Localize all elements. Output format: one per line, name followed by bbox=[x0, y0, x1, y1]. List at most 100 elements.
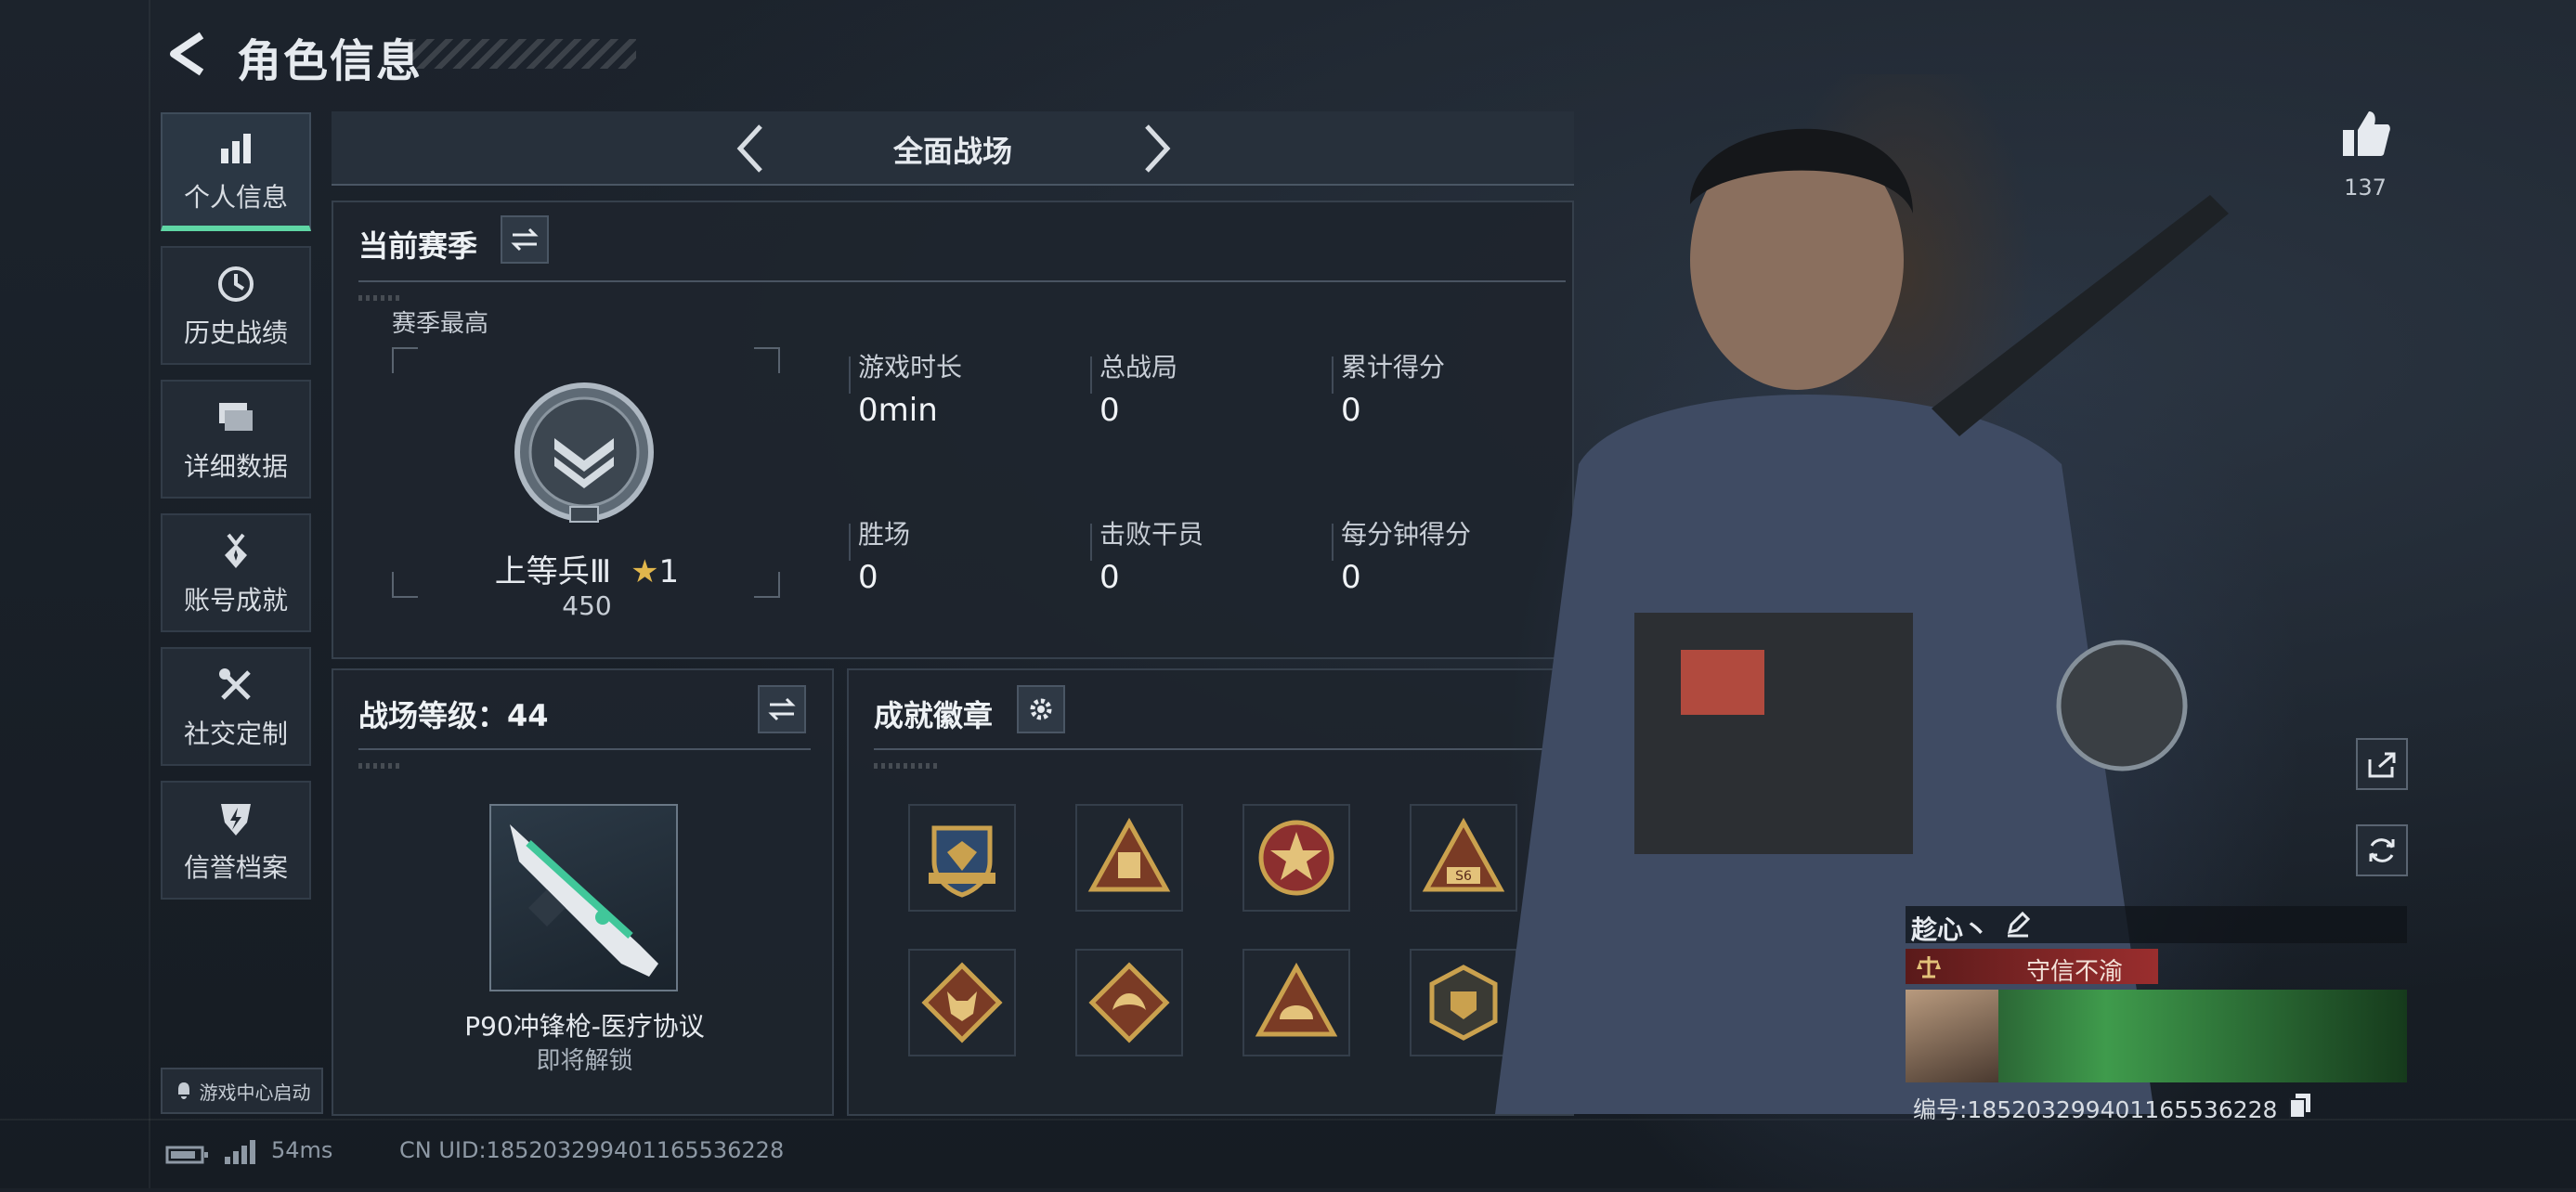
mode-selector: 全面战场 bbox=[332, 111, 1574, 186]
copy-icon bbox=[2289, 1094, 2310, 1119]
player-banner[interactable] bbox=[1906, 990, 2407, 1082]
stat-value: 0 bbox=[1341, 392, 1361, 429]
bar-chart-icon bbox=[213, 125, 259, 172]
share-icon bbox=[2368, 752, 2396, 778]
level-switch-button[interactable] bbox=[758, 685, 806, 733]
nav-label: 账号成就 bbox=[183, 585, 288, 615]
nav-item-achievements[interactable]: 账号成就 bbox=[161, 513, 311, 632]
grid-line bbox=[149, 0, 150, 1188]
ping-text: 54ms bbox=[271, 1137, 333, 1163]
nav-item-personal-info[interactable]: 个人信息 bbox=[161, 112, 311, 231]
scales-icon bbox=[1915, 952, 1943, 984]
nav-item-detailed-data[interactable]: 详细数据 bbox=[161, 380, 311, 499]
season-best-label: 赛季最高 bbox=[392, 310, 489, 338]
game-center-label: 游戏中心启动 bbox=[199, 1081, 311, 1104]
season-switch-button[interactable] bbox=[501, 215, 549, 264]
rank-name: 上等兵Ⅲ bbox=[494, 553, 612, 590]
decoration-dots bbox=[358, 295, 403, 301]
stat-separator bbox=[849, 356, 851, 394]
decoration-dots bbox=[358, 763, 403, 769]
rank-score: 450 bbox=[562, 590, 612, 621]
stat-label: 胜场 bbox=[858, 519, 911, 550]
badge-settings-button[interactable] bbox=[1017, 685, 1065, 733]
rank-stars: 1 bbox=[658, 553, 680, 590]
divider bbox=[358, 280, 1566, 282]
refresh-icon bbox=[2369, 838, 2395, 862]
badges-title: 成就徽章 bbox=[874, 698, 994, 733]
rank-line: 上等兵Ⅲ ★1 bbox=[333, 546, 840, 591]
nav-label: 社交定制 bbox=[183, 719, 288, 749]
title-tag: 守信不渝 bbox=[1906, 949, 2158, 986]
divider bbox=[358, 748, 811, 750]
uid-text: CN UID:18520329940116553622​8 bbox=[399, 1137, 785, 1163]
mode-title: 全面战场 bbox=[892, 134, 1012, 169]
title-decoration bbox=[409, 39, 636, 69]
stat-value: 0min bbox=[858, 392, 938, 429]
stat-value: 0 bbox=[1341, 559, 1361, 596]
like-count: 137 bbox=[2344, 175, 2387, 201]
refresh-button[interactable] bbox=[2356, 824, 2408, 876]
game-center-launch-button[interactable]: 游戏中心启动 bbox=[161, 1068, 323, 1114]
back-button[interactable] bbox=[163, 28, 209, 80]
avatar bbox=[1906, 990, 1998, 1082]
stat-separator bbox=[849, 524, 851, 561]
rank-emblem-icon bbox=[513, 381, 656, 524]
wolf-diamond-badge[interactable] bbox=[908, 949, 1016, 1056]
player-id: 编号:18520329940116553622​8 bbox=[1913, 1096, 2278, 1123]
folder-icon bbox=[213, 395, 259, 441]
like-button[interactable] bbox=[2337, 106, 2393, 162]
decoration-dots bbox=[874, 763, 941, 769]
stat-label: 总战局 bbox=[1099, 352, 1178, 382]
signal-icon bbox=[223, 1138, 256, 1170]
nav-item-social[interactable]: 社交定制 bbox=[161, 647, 311, 766]
nav-item-reputation[interactable]: 信誉档案 bbox=[161, 781, 311, 900]
swap-icon bbox=[511, 227, 539, 252]
thumbs-up-icon bbox=[2343, 111, 2390, 156]
weapon-name: P90冲锋枪-医疗协议 bbox=[464, 1011, 705, 1042]
shield-bolt-icon bbox=[213, 796, 259, 842]
star-icon: ★ bbox=[631, 553, 659, 590]
player-name-bar: 趁心丶 bbox=[1906, 906, 2407, 945]
battery-icon bbox=[165, 1144, 210, 1170]
share-button[interactable] bbox=[2356, 738, 2408, 790]
nav-label: 详细数据 bbox=[183, 451, 288, 482]
stat-separator bbox=[1332, 356, 1334, 394]
tools-icon bbox=[213, 662, 259, 708]
swap-icon bbox=[768, 697, 796, 721]
history-clock-icon bbox=[213, 261, 259, 307]
dragon-diamond-badge[interactable] bbox=[1075, 949, 1183, 1056]
edit-name-button[interactable] bbox=[2004, 910, 2032, 941]
title-tag-text: 守信不渝 bbox=[2026, 958, 2124, 986]
stat-separator bbox=[1090, 356, 1092, 394]
frame-corner bbox=[392, 347, 418, 373]
stat-label: 游戏时长 bbox=[858, 352, 963, 382]
stat-separator bbox=[1090, 524, 1092, 561]
smg-weapon-icon bbox=[510, 824, 658, 977]
eagle-shield-badge[interactable] bbox=[908, 804, 1016, 912]
season-title: 当前赛季 bbox=[358, 228, 478, 264]
weapon-status: 即将解锁 bbox=[536, 1047, 633, 1075]
bell-icon bbox=[177, 1082, 189, 1099]
star-emblem-badge[interactable] bbox=[1242, 804, 1350, 912]
season-panel: 当前赛季 赛季最高 上等兵Ⅲ ★1 450 游戏时长 0min 总战局 0 累计… bbox=[332, 201, 1574, 659]
pencil-icon bbox=[2007, 911, 2031, 938]
stat-separator bbox=[1332, 524, 1334, 561]
weapon-reward-card[interactable] bbox=[489, 804, 678, 991]
medal-icon bbox=[213, 528, 259, 575]
nav-label: 历史战绩 bbox=[183, 317, 288, 348]
nav-item-history[interactable]: 历史战绩 bbox=[161, 246, 311, 365]
back-arrow-icon bbox=[170, 32, 204, 76]
nav-label: 个人信息 bbox=[183, 182, 288, 213]
gear-icon bbox=[1030, 698, 1052, 720]
player-name: 趁心丶 bbox=[1911, 914, 1990, 945]
frame-corner bbox=[754, 347, 780, 373]
stat-value: 0 bbox=[1099, 559, 1120, 596]
page-title: 角色信息 bbox=[237, 35, 423, 87]
battlefield-level-title: 战场等级：44 bbox=[358, 698, 549, 733]
helmet-triangle-badge[interactable] bbox=[1242, 949, 1350, 1056]
mode-next-button[interactable] bbox=[1130, 121, 1186, 176]
stat-label: 击败干员 bbox=[1099, 519, 1204, 550]
chevron-right-icon bbox=[1145, 124, 1171, 173]
bag-triangle-badge[interactable] bbox=[1075, 804, 1183, 912]
copy-button[interactable] bbox=[2288, 1092, 2312, 1120]
